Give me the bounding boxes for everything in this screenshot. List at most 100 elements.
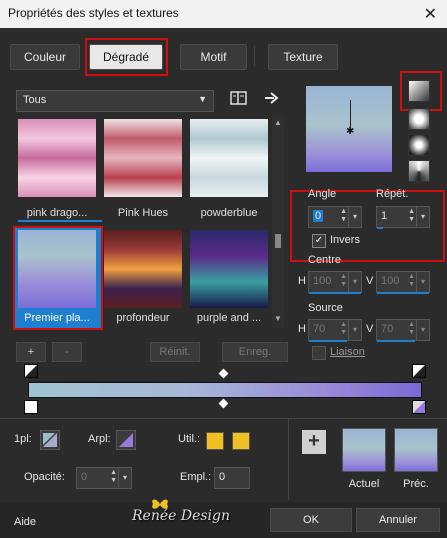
- radial-gradient-style-icon[interactable]: [408, 134, 430, 156]
- center-v-value: 100: [381, 275, 400, 287]
- center-h-spinbox[interactable]: 100 ▲ ▼ ▾: [308, 271, 362, 294]
- tab-separator: [254, 46, 255, 66]
- opacity-spinbox[interactable]: 0 ▲ ▼ ▾: [76, 467, 132, 489]
- sunburst-gradient-style-icon[interactable]: [408, 160, 430, 182]
- location-input[interactable]: 0: [214, 467, 250, 489]
- gradient-thumb-pink-hues[interactable]: [104, 119, 182, 197]
- foreground-label: 1pl:: [14, 433, 32, 445]
- tab-texture[interactable]: Texture: [268, 44, 338, 70]
- source-h-label: H: [298, 323, 306, 335]
- center-v-slider-fill: [377, 292, 429, 294]
- source-v-dropdown-icon[interactable]: ▾: [416, 320, 429, 340]
- source-h-dropdown-icon[interactable]: ▾: [348, 320, 361, 340]
- source-h-spinbox[interactable]: 70 ▲ ▼ ▾: [308, 319, 362, 342]
- gradient-preview[interactable]: ✱: [306, 86, 392, 172]
- opacity-stepper-icon[interactable]: ▲ ▼: [110, 469, 117, 485]
- scroll-up-icon[interactable]: ▲: [274, 118, 282, 127]
- bottom-midpoint-marker[interactable]: [218, 398, 229, 409]
- gradient-filter-value: Tous: [23, 94, 47, 106]
- recent-color-swatch[interactable]: [206, 432, 224, 450]
- link-checkbox[interactable]: [312, 346, 326, 360]
- invert-checkbox[interactable]: ✓: [312, 234, 326, 248]
- library-icon[interactable]: [230, 90, 248, 106]
- source-v-slider-fill: [377, 340, 415, 342]
- ok-button[interactable]: OK: [270, 508, 352, 532]
- gradient-scrollbar[interactable]: ▲ ▼: [272, 116, 284, 328]
- angle-dropdown-icon[interactable]: ▾: [348, 207, 361, 227]
- center-v-stepper-icon[interactable]: ▲ ▼: [408, 273, 415, 289]
- scroll-down-icon[interactable]: ▼: [274, 314, 282, 323]
- tab-couleur[interactable]: Couleur: [10, 44, 80, 70]
- window-title: Propriétés des styles et textures: [8, 6, 179, 20]
- source-h-slider-fill: [309, 340, 347, 342]
- scroll-thumb[interactable]: [275, 234, 281, 248]
- opacity-dropdown-icon[interactable]: ▾: [118, 468, 131, 488]
- location-value[interactable]: 0: [219, 471, 225, 483]
- center-h-value: 100: [313, 275, 332, 287]
- top-left-stop-icon[interactable]: [24, 364, 38, 378]
- repeat-value[interactable]: 1: [381, 210, 387, 222]
- remove-gradient-button[interactable]: -: [52, 342, 82, 362]
- reset-button[interactable]: Réinit.: [150, 342, 200, 362]
- arrow-right-icon[interactable]: [264, 91, 280, 105]
- vertical-divider: [288, 418, 289, 500]
- source-v-stepper-icon[interactable]: ▲ ▼: [408, 321, 415, 337]
- opacity-label: Opacité:: [24, 471, 65, 483]
- recent-color-swatch[interactable]: [232, 432, 250, 450]
- close-icon[interactable]: ✕: [424, 4, 437, 24]
- angle-stepper-icon[interactable]: ▲ ▼: [340, 208, 347, 224]
- center-v-label: V: [366, 275, 374, 287]
- source-v-label: V: [366, 323, 374, 335]
- center-h-slider-fill: [309, 292, 361, 294]
- gradient-editor-bar[interactable]: [28, 382, 422, 398]
- center-h-dropdown-icon[interactable]: ▾: [348, 272, 361, 292]
- bottom-left-stop-icon[interactable]: [24, 400, 38, 414]
- tab-degrade[interactable]: Dégradé: [89, 44, 163, 70]
- gradient-thumb-powderblue[interactable]: [190, 119, 268, 197]
- angle-spinbox[interactable]: 0 ▲ ▼ ▾: [308, 206, 362, 228]
- add-gradient-button[interactable]: +: [16, 342, 46, 362]
- center-marker-icon[interactable]: ✱: [346, 126, 354, 137]
- repeat-label: Répét.: [376, 188, 409, 200]
- gradient-grid: pink drago... Pink Hues powderblue Premi…: [13, 116, 284, 330]
- center-v-spinbox[interactable]: 100 ▲ ▼ ▾: [376, 271, 430, 294]
- source-h-stepper-icon[interactable]: ▲ ▼: [340, 321, 347, 337]
- angle-value[interactable]: 0: [313, 210, 324, 222]
- center-v-dropdown-icon[interactable]: ▾: [416, 272, 429, 292]
- add-to-palette-button[interactable]: +: [302, 430, 326, 454]
- opacity-value[interactable]: 0: [81, 471, 87, 483]
- current-style-swatch[interactable]: [342, 428, 386, 472]
- angle-label: Angle: [308, 188, 337, 200]
- gradient-label: purple and ...: [196, 312, 262, 324]
- source-v-spinbox[interactable]: 70 ▲ ▼ ▾: [376, 319, 430, 342]
- repeat-stepper-icon[interactable]: ▲ ▼: [408, 208, 415, 224]
- gradient-thumb-purple-and[interactable]: [190, 230, 268, 308]
- bottom-right-stop-icon[interactable]: [412, 400, 426, 414]
- current-label: Actuel: [348, 478, 380, 490]
- repeat-spinbox[interactable]: 1 ▲ ▼ ▾: [376, 206, 430, 229]
- gradient-thumb-profondeur[interactable]: [104, 230, 182, 308]
- center-h-stepper-icon[interactable]: ▲ ▼: [340, 273, 347, 289]
- rectangular-gradient-style-icon[interactable]: [408, 108, 430, 130]
- source-label: Source: [308, 302, 343, 314]
- util-label: Util.:: [178, 433, 200, 445]
- selection-underline: [18, 220, 102, 222]
- repeat-dropdown-icon[interactable]: ▾: [416, 207, 429, 227]
- background-style-icon[interactable]: [116, 430, 136, 450]
- save-button[interactable]: Enreg.: [222, 342, 288, 362]
- tab-motif[interactable]: Motif: [180, 44, 247, 70]
- previous-label: Préc.: [403, 478, 429, 490]
- gradient-thumb-pink-dragon[interactable]: [18, 119, 96, 197]
- center-h-label: H: [298, 275, 306, 287]
- gradient-label: Pink Hues: [117, 207, 169, 219]
- previous-style-swatch[interactable]: [394, 428, 438, 472]
- section-divider: [0, 418, 447, 419]
- top-midpoint-marker[interactable]: [218, 368, 229, 379]
- help-link[interactable]: Aide: [14, 516, 36, 528]
- center-label: Centre: [308, 254, 342, 266]
- gradient-filter-select[interactable]: Tous ▼: [16, 90, 214, 112]
- cancel-button[interactable]: Annuler: [356, 508, 440, 532]
- linear-gradient-style-icon[interactable]: [408, 80, 430, 102]
- foreground-style-icon[interactable]: [40, 430, 60, 450]
- top-right-stop-icon[interactable]: [412, 364, 426, 378]
